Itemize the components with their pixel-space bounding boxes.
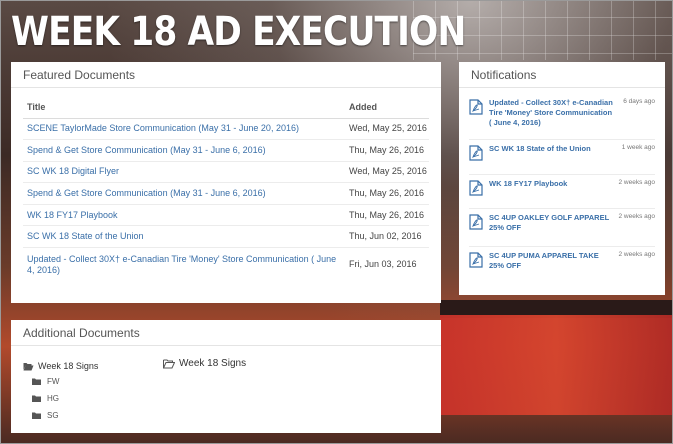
notifications-header: Notifications [459, 62, 665, 88]
featured-documents-table: Title Added SCENE TaylorMade Store Commu… [23, 97, 429, 282]
folder-icon [32, 412, 41, 419]
table-row: Updated - Collect 30X† e-Canadian Tire '… [23, 248, 429, 282]
tree-folder-sg[interactable]: SG [32, 408, 153, 423]
document-link[interactable]: Spend & Get Store Communication (May 31 … [27, 188, 266, 198]
notification-time: 2 weeks ago [618, 251, 656, 258]
notification-time: 6 days ago [623, 98, 655, 105]
notification-title[interactable]: WK 18 FY17 Playbook [489, 179, 614, 189]
table-row: SC WK 18 Digital Flyer Wed, May 25, 2016 [23, 161, 429, 184]
notifications-panel: Notifications Updated - Collect 30X† e-C… [459, 62, 665, 295]
notification-item[interactable]: Updated - Collect 30X† e-Canadian Tire '… [469, 94, 655, 140]
table-row: WK 18 FY17 Playbook Thu, May 26, 2016 [23, 204, 429, 227]
document-link[interactable]: SCENE TaylorMade Store Communication (Ma… [27, 123, 299, 133]
folder-icon [32, 378, 41, 385]
notification-title[interactable]: SC 4UP OAKLEY GOLF APPAREL 25% OFF [489, 213, 614, 233]
tree-folder-fw[interactable]: FW [32, 374, 153, 389]
notification-item[interactable]: WK 18 FY17 Playbook 2 weeks ago [469, 175, 655, 209]
tree-root-label: Week 18 Signs [38, 361, 99, 371]
notification-title[interactable]: SC 4UP PUMA APPAREL TAKE 25% OFF [489, 251, 614, 271]
table-row: Spend & Get Store Communication (May 31 … [23, 182, 429, 205]
pdf-file-icon [469, 99, 483, 115]
document-link[interactable]: WK 18 FY17 Playbook [27, 210, 118, 220]
added-date: Thu, Jun 02, 2016 [345, 225, 429, 249]
notification-item[interactable]: SC 4UP OAKLEY GOLF APPAREL 25% OFF 2 wee… [469, 209, 655, 247]
background-banner [440, 315, 673, 415]
column-header-title[interactable]: Title [23, 97, 345, 119]
notification-title[interactable]: SC WK 18 State of the Union [489, 144, 614, 154]
added-date: Wed, May 25, 2016 [345, 118, 429, 141]
featured-documents-header: Featured Documents [11, 62, 441, 88]
added-date: Thu, May 26, 2016 [345, 204, 429, 227]
document-link[interactable]: SC WK 18 State of the Union [27, 231, 144, 241]
notification-time: 2 weeks ago [618, 179, 656, 186]
column-header-added[interactable]: Added [345, 97, 429, 119]
added-date: Thu, May 26, 2016 [345, 139, 429, 162]
pdf-file-icon [469, 214, 483, 230]
added-date: Fri, Jun 03, 2016 [349, 259, 417, 270]
tree-folder-hg[interactable]: HG [32, 391, 153, 406]
featured-documents-panel: Featured Documents Title Added SCENE Tay… [11, 62, 441, 303]
added-date: Thu, May 26, 2016 [345, 182, 429, 205]
tree-folder-label: SG [47, 411, 59, 420]
additional-documents-header: Additional Documents [11, 320, 441, 346]
document-link[interactable]: Spend & Get Store Communication (May 31 … [27, 145, 266, 155]
table-row: Spend & Get Store Communication (May 31 … [23, 139, 429, 162]
folder-open-icon [163, 359, 175, 368]
folder-view-label: Week 18 Signs [179, 358, 247, 369]
added-date: Wed, May 25, 2016 [345, 161, 429, 184]
pdf-file-icon [469, 252, 483, 268]
additional-documents-panel: Additional Documents Week 18 Signs FW HG [11, 320, 441, 433]
table-row: SCENE TaylorMade Store Communication (Ma… [23, 118, 429, 141]
folder-icon [32, 395, 41, 402]
folder-view-title: Week 18 Signs [163, 358, 246, 369]
notification-item[interactable]: SC 4UP PUMA APPAREL TAKE 25% OFF 2 weeks… [469, 247, 655, 285]
tree-root-folder[interactable]: Week 18 Signs [23, 360, 153, 372]
folder-open-icon [23, 362, 34, 370]
pdf-file-icon [469, 145, 483, 161]
notifications-list: Updated - Collect 30X† e-Canadian Tire '… [469, 94, 655, 285]
pdf-file-icon [469, 180, 483, 196]
notification-time: 1 week ago [621, 144, 655, 151]
tree-folder-label: FW [47, 377, 60, 386]
document-link[interactable]: SC WK 18 Digital Flyer [27, 166, 119, 176]
document-link[interactable]: Updated - Collect 30X† e-Canadian Tire '… [27, 254, 336, 275]
notification-item[interactable]: SC WK 18 State of the Union 1 week ago [469, 140, 655, 175]
table-row: SC WK 18 State of the Union Thu, Jun 02,… [23, 225, 429, 249]
page-title: WEEK 18 AD EXECUTION [11, 9, 466, 55]
folder-tree: Week 18 Signs FW HG SG [23, 360, 153, 423]
notification-time: 2 weeks ago [618, 213, 656, 220]
tree-folder-label: HG [47, 394, 59, 403]
notification-title[interactable]: Updated - Collect 30X† e-Canadian Tire '… [489, 98, 614, 128]
